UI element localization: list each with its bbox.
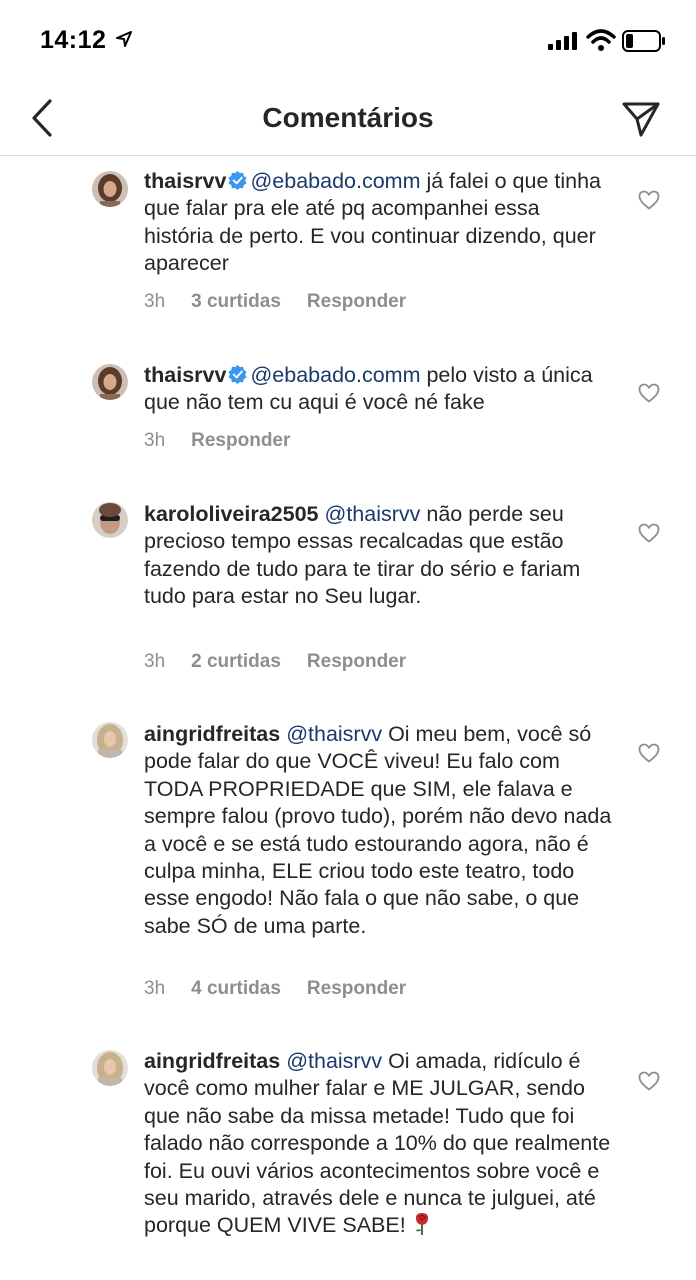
comment-username[interactable]: aingridfreitas	[144, 722, 280, 746]
comment-meta: 3h 4 curtidas Responder	[144, 978, 432, 1000]
comment-text: thaisrvv @ebabado.comm já falei o que tin…	[144, 168, 614, 278]
verified-badge-icon	[228, 171, 247, 190]
page-title: Comentários	[262, 102, 434, 133]
comment-time: 3h	[144, 651, 166, 672]
reply-button[interactable]: Responder	[307, 291, 406, 312]
paper-plane-icon	[622, 102, 660, 137]
comment-text: karololiveira2505 @thaisrvv não perde se…	[144, 501, 614, 611]
comment-time: 3h	[144, 978, 166, 999]
comment-meta: 3h 3 curtidas Responder	[144, 291, 432, 313]
comment-mention[interactable]: @ebabado.comm	[250, 169, 420, 193]
avatar[interactable]	[92, 171, 128, 207]
status-time: 14:12	[40, 26, 107, 54]
rose-emoji-icon	[415, 1213, 428, 1236]
comment-text: thaisrvv @ebabado.comm pelo visto a única…	[144, 362, 614, 417]
reply-button[interactable]: Responder	[307, 978, 406, 999]
avatar[interactable]	[92, 722, 128, 758]
like-count[interactable]: 2 curtidas	[191, 651, 281, 672]
status-bar: 14:12	[0, 0, 696, 84]
comment-mention[interactable]: @thaisrvv	[286, 1049, 382, 1073]
like-count[interactable]: 3 curtidas	[191, 291, 281, 312]
comment-meta: 3h 2 curtidas Responder	[144, 651, 432, 673]
comment-username[interactable]: thaisrvv	[144, 363, 226, 387]
heart-icon[interactable]	[638, 1071, 660, 1091]
heart-icon[interactable]	[638, 383, 660, 403]
share-button[interactable]	[618, 96, 664, 142]
verified-badge-icon	[228, 365, 247, 384]
comment-mention[interactable]: @thaisrvv	[325, 502, 421, 526]
comment-time: 3h	[144, 430, 166, 451]
comment-username[interactable]: thaisrvv	[144, 169, 226, 193]
heart-icon[interactable]	[638, 190, 660, 210]
reply-button[interactable]: Responder	[191, 430, 290, 451]
cellular-signal-icon	[548, 32, 577, 50]
heart-icon[interactable]	[638, 743, 660, 763]
comment-meta: 3h Responder	[144, 430, 316, 452]
heart-icon[interactable]	[638, 523, 660, 543]
comment-username[interactable]: karololiveira2505	[144, 502, 319, 526]
comment-text: aingridfreitas @thaisrvv Oi meu bem, voc…	[144, 721, 614, 940]
comment-mention[interactable]: @thaisrvv	[286, 722, 382, 746]
comment-username[interactable]: aingridfreitas	[144, 1049, 280, 1073]
location-arrow-icon	[116, 31, 132, 47]
like-count[interactable]: 4 curtidas	[191, 978, 281, 999]
avatar[interactable]	[92, 1050, 128, 1086]
avatar[interactable]	[92, 502, 128, 538]
wifi-icon	[586, 29, 616, 51]
comment-mention[interactable]: @ebabado.comm	[250, 363, 420, 387]
avatar[interactable]	[92, 364, 128, 400]
nav-bar: Comentários	[0, 84, 696, 156]
battery-icon	[622, 30, 665, 52]
comment-text: aingridfreitas @thaisrvv Oi amada, ridíc…	[144, 1048, 614, 1240]
comment-time: 3h	[144, 291, 166, 312]
comment-content: Oi amada, ridículo é você como mulher fa…	[144, 1049, 611, 1238]
comment-content: Oi meu bem, você só pode falar do que VO…	[144, 722, 612, 938]
reply-button[interactable]: Responder	[307, 651, 406, 672]
